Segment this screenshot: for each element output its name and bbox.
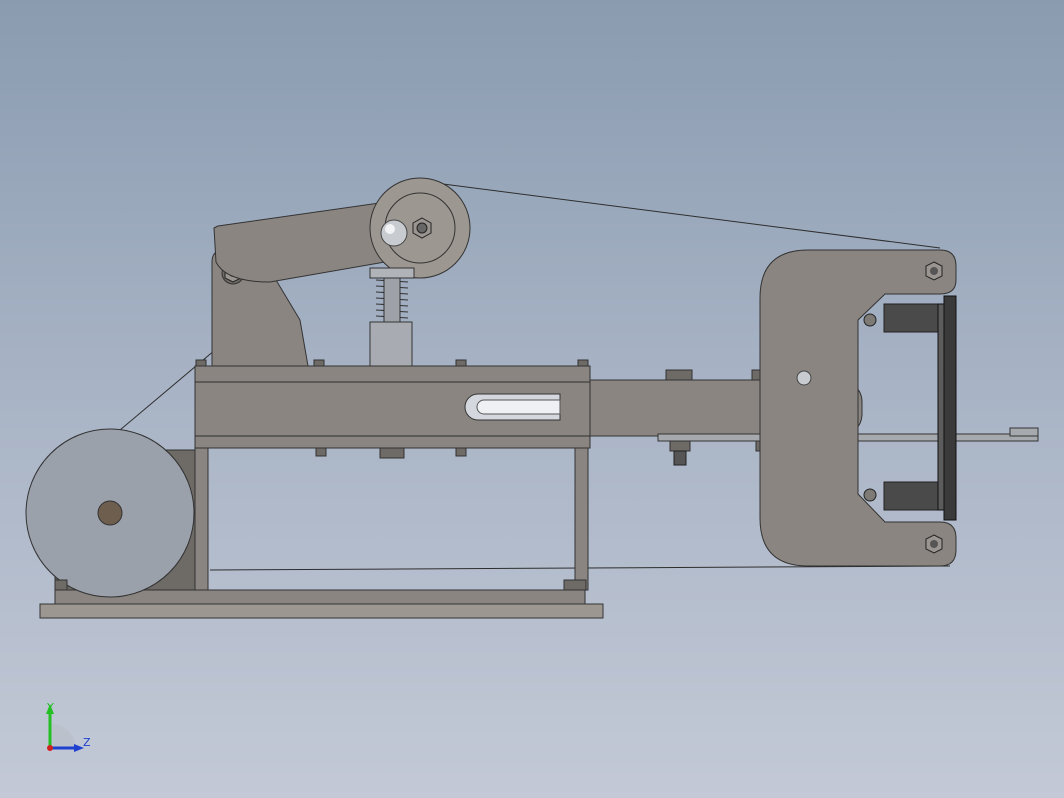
z-axis-label: Z — [83, 736, 91, 749]
platen[interactable] — [883, 295, 957, 521]
c-frame[interactable] — [759, 249, 957, 567]
drive-wheel[interactable] — [25, 428, 196, 598]
adjust-bolt-left — [669, 440, 691, 466]
graphics-viewport[interactable]: Y Z — [0, 0, 1064, 798]
x-axis-dot — [47, 745, 53, 751]
spring-tensioner[interactable] — [369, 267, 415, 367]
main-beam[interactable] — [194, 359, 591, 459]
axis-triad: Y Z — [46, 701, 91, 752]
y-axis-label: Y — [46, 701, 54, 714]
idler-wheel[interactable] — [369, 177, 471, 279]
